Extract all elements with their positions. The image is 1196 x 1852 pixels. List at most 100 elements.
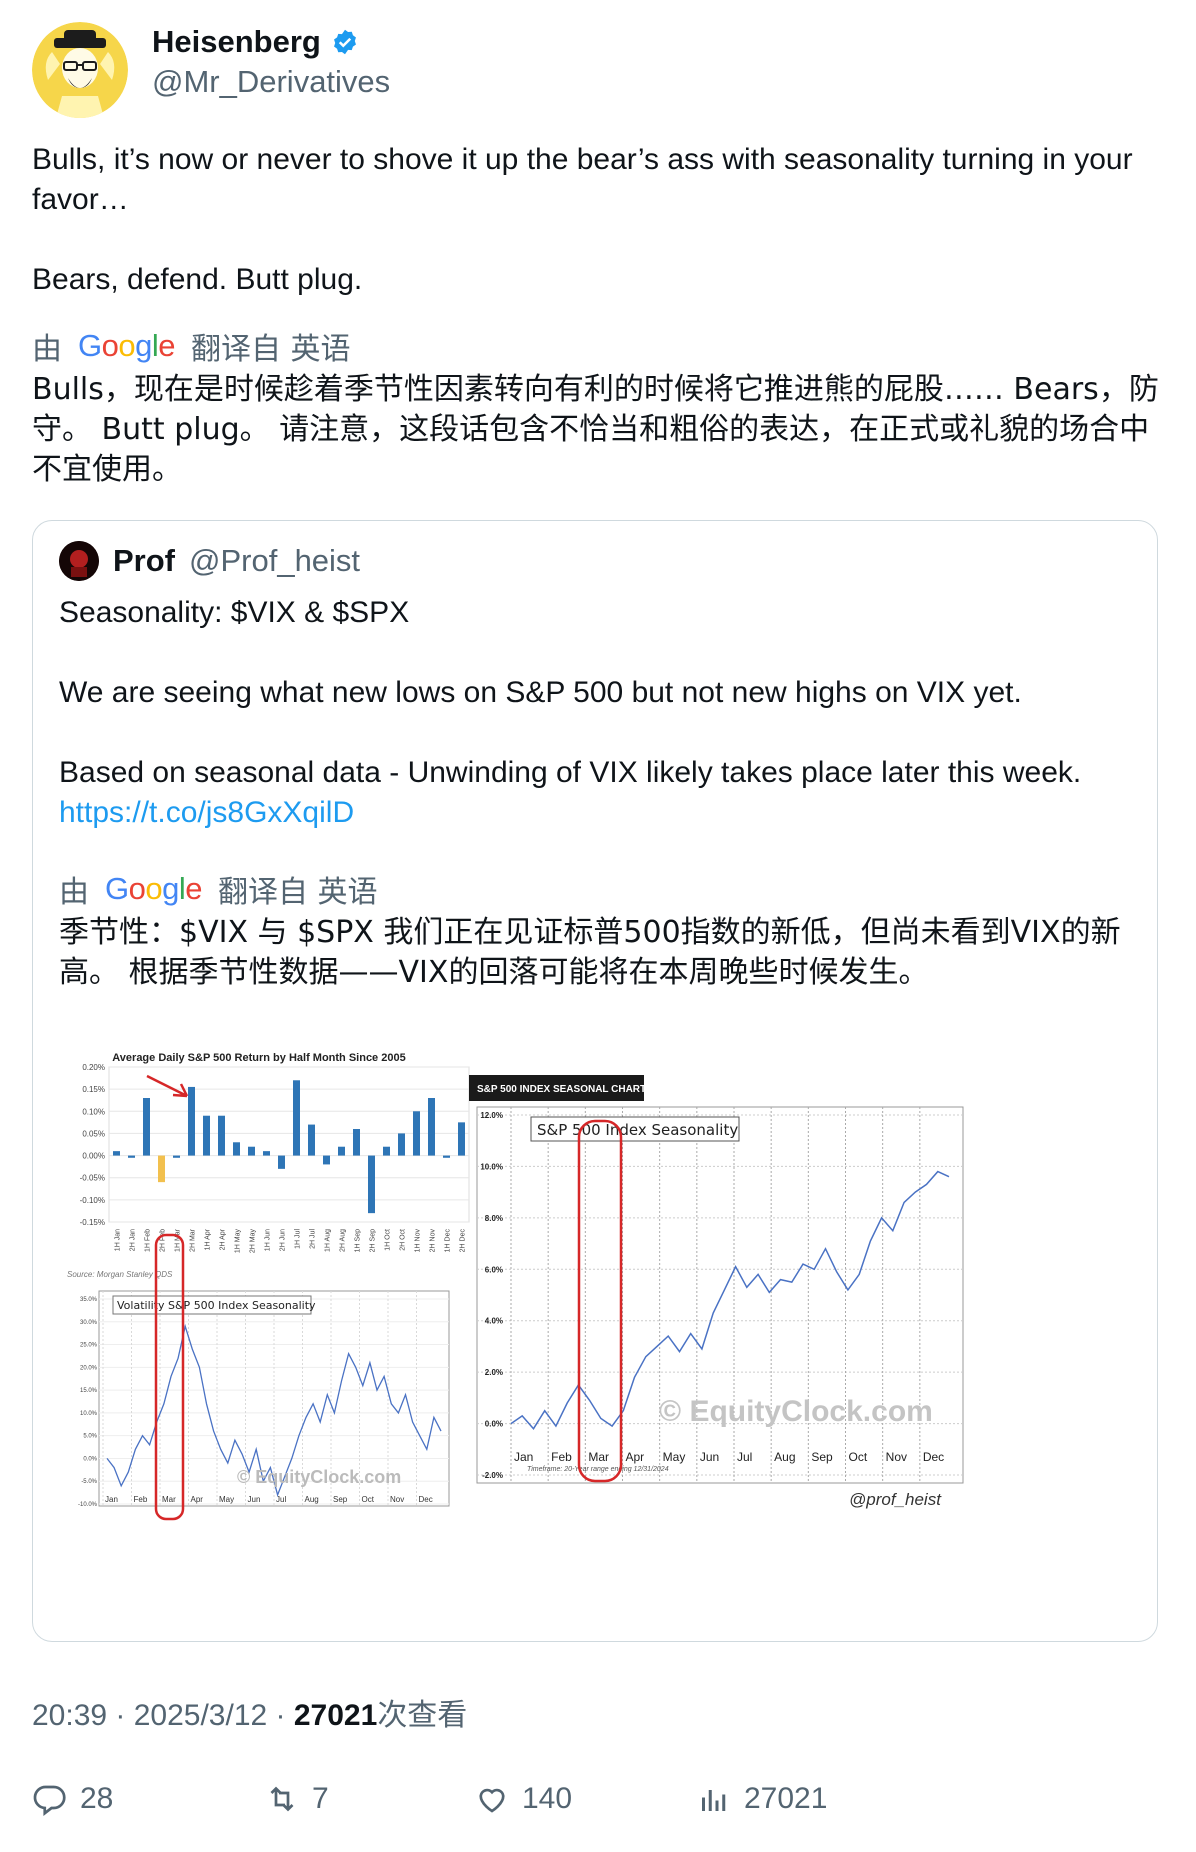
quoted-tweet-link[interactable]: https://t.co/js8GxXqilD: [59, 796, 354, 829]
vix-ytick-label: 20.0%: [80, 1365, 98, 1371]
vix-ytick-label: 30.0%: [80, 1320, 98, 1326]
spx-ytick-label: 4.0%: [485, 1317, 503, 1326]
tweet-meta: 20:39 · 2025/3/12 · 27021次查看: [32, 1690, 467, 1734]
bar-category-label: 2H May: [250, 1229, 257, 1254]
translate-prefix: 由: [32, 332, 62, 367]
bar-category-label: 2H Sep: [370, 1229, 377, 1252]
bar-category-label: 1H Dec: [445, 1229, 452, 1253]
spx-month-label: Feb: [551, 1450, 572, 1464]
spx-month-label: Jan: [514, 1450, 533, 1464]
bar-mark: [188, 1086, 195, 1156]
translate-attribution[interactable]: 由 Google 翻译自 英语: [59, 869, 1139, 910]
bar-category-label: 2H Nov: [430, 1229, 437, 1253]
vix-month-label: Dec: [419, 1495, 433, 1504]
author-handle[interactable]: @Mr_Derivatives: [152, 64, 390, 100]
tweet-timestamp[interactable]: 20:39 · 2025/3/12 ·: [32, 1699, 286, 1732]
bar-category-label: 1H May: [235, 1229, 242, 1254]
spx-seasonality-chart: S&P 500 INDEX SEASONAL CHART 12.0% 10.0% 8…: [469, 1075, 964, 1509]
quoted-tweet[interactable]: Prof @Prof_heist Seasonality: $VIX & $SP…: [32, 520, 1158, 1642]
vix-ytick-label: -10.0%: [78, 1502, 98, 1508]
spx-month-label: Jul: [737, 1450, 752, 1464]
repost-button[interactable]: 7: [264, 1774, 329, 1824]
bar-mark: [113, 1151, 120, 1156]
author-display-name[interactable]: Heisenberg: [152, 24, 359, 60]
bar-ytick-label: 0.15%: [82, 1085, 105, 1094]
spx-ytick-label: 2.0%: [485, 1368, 503, 1377]
bar-category-label: 2H Apr: [220, 1228, 227, 1250]
vix-ytick-label: -5.0%: [81, 1479, 97, 1485]
quoted-author-avatar[interactable]: [59, 541, 99, 581]
seasonality-charts: Average Daily S&P 500 Return by Half Mon…: [67, 1052, 964, 1521]
bar-mark: [323, 1155, 330, 1165]
vix-ytick-label: 10.0%: [80, 1411, 98, 1417]
spx-ytick-label: 10.0%: [480, 1162, 503, 1171]
like-button[interactable]: 140: [474, 1774, 572, 1824]
tweet-actions: 28 7 140 27021: [32, 1774, 1162, 1824]
spx-ytick-label: 0.0%: [485, 1420, 503, 1429]
quoted-translation: 由 Google 翻译自 英语 季节性：$VIX 与 $SPX 我们正在见证标普…: [59, 869, 1139, 993]
views-button[interactable]: 27021: [696, 1774, 827, 1824]
spx-ytick-label: 12.0%: [480, 1111, 503, 1120]
translate-prefix: 由: [59, 875, 89, 910]
spx-ytick-label: 6.0%: [485, 1265, 503, 1274]
analytics-icon: [702, 1790, 726, 1811]
google-logo-icon: Google: [78, 328, 176, 363]
spx-header-text: S&P 500 INDEX SEASONAL CHART: [477, 1084, 646, 1095]
prof-avatar-icon: [59, 541, 99, 581]
author-avatar[interactable]: [32, 22, 128, 118]
bar-category-label: 1H Nov: [415, 1229, 422, 1253]
views-action-count: 27021: [744, 1782, 828, 1815]
reply-icon: [33, 1785, 66, 1817]
translated-text: Bulls，现在是时候趁着季节性因素转向有利的时候将它推进熊的屁股…… Bear…: [32, 372, 1159, 487]
chart-signature: @prof_heist: [849, 1490, 942, 1509]
vix-month-label: Jun: [248, 1495, 261, 1504]
like-count: 140: [522, 1782, 573, 1815]
sp500-half-month-bar-chart: Average Daily S&P 500 Return by Half Mon…: [67, 1052, 470, 1279]
vix-ytick-label: 5.0%: [83, 1434, 97, 1440]
reply-count: 28: [80, 1782, 114, 1815]
spx-chart-title: S&P 500 Index Seasonality: [537, 1121, 738, 1139]
translate-attribution[interactable]: 由 Google 翻译自 英语: [32, 326, 1172, 367]
bar-mark: [173, 1155, 180, 1158]
vix-watermark: © EquityClock.com: [237, 1467, 401, 1487]
bar-category-label: 2H Jan: [130, 1229, 137, 1251]
view-count-suffix: 次查看: [377, 1698, 468, 1733]
vix-month-label: Nov: [390, 1495, 404, 1504]
reply-button[interactable]: 28: [32, 1774, 113, 1824]
bar-mark: [338, 1146, 345, 1156]
vix-month-label: Jan: [105, 1495, 118, 1504]
google-logo-icon: Google: [105, 871, 203, 906]
bar-mark: [128, 1155, 135, 1158]
spx-month-label: Jun: [700, 1450, 719, 1464]
quoted-tweet-header: Prof @Prof_heist: [59, 539, 360, 583]
vix-month-label: Aug: [305, 1495, 319, 1504]
vix-month-label: May: [219, 1495, 234, 1504]
bar-category-label: 1H Jul: [295, 1229, 302, 1249]
vix-month-label: Apr: [191, 1495, 204, 1504]
quoted-author-name[interactable]: Prof: [113, 543, 175, 579]
vix-month-label: Oct: [362, 1495, 375, 1504]
bar-mark: [353, 1129, 360, 1156]
bar-mark: [458, 1122, 465, 1156]
spx-timeframe: Timeframe: 20-Year range ending 12/31/20…: [527, 1466, 669, 1473]
quoted-paragraph: We are seeing what new lows on S&P 500 b…: [59, 676, 1022, 709]
chart-image[interactable]: Average Daily S&P 500 Return by Half Mon…: [59, 1021, 1139, 1621]
bar-mark: [158, 1155, 165, 1183]
bar-category-label: 2H Feb: [160, 1229, 167, 1252]
spx-month-label: Aug: [774, 1450, 795, 1464]
quoted-author-handle[interactable]: @Prof_heist: [189, 543, 360, 579]
tweet-header: Heisenberg @Mr_Derivatives: [32, 22, 1162, 122]
spx-month-label: Apr: [626, 1450, 645, 1464]
heisenberg-avatar-icon: [32, 22, 128, 118]
bar-mark: [413, 1111, 420, 1156]
vix-ytick-label: 25.0%: [80, 1343, 98, 1349]
bar-ytick-label: -0.10%: [80, 1196, 105, 1205]
translate-suffix: 翻译自 英语: [218, 875, 378, 910]
bar-ytick-label: -0.05%: [80, 1174, 105, 1183]
author-name-text[interactable]: Heisenberg: [152, 24, 321, 60]
bar-category-label: 1H Apr: [205, 1228, 212, 1250]
bar-mark: [398, 1133, 405, 1156]
quoted-tweet-body: Seasonality: $VIX & $SPX We are seeing w…: [59, 593, 1139, 833]
vix-ytick-label: 15.0%: [80, 1388, 98, 1394]
verified-badge-icon: [333, 29, 356, 55]
